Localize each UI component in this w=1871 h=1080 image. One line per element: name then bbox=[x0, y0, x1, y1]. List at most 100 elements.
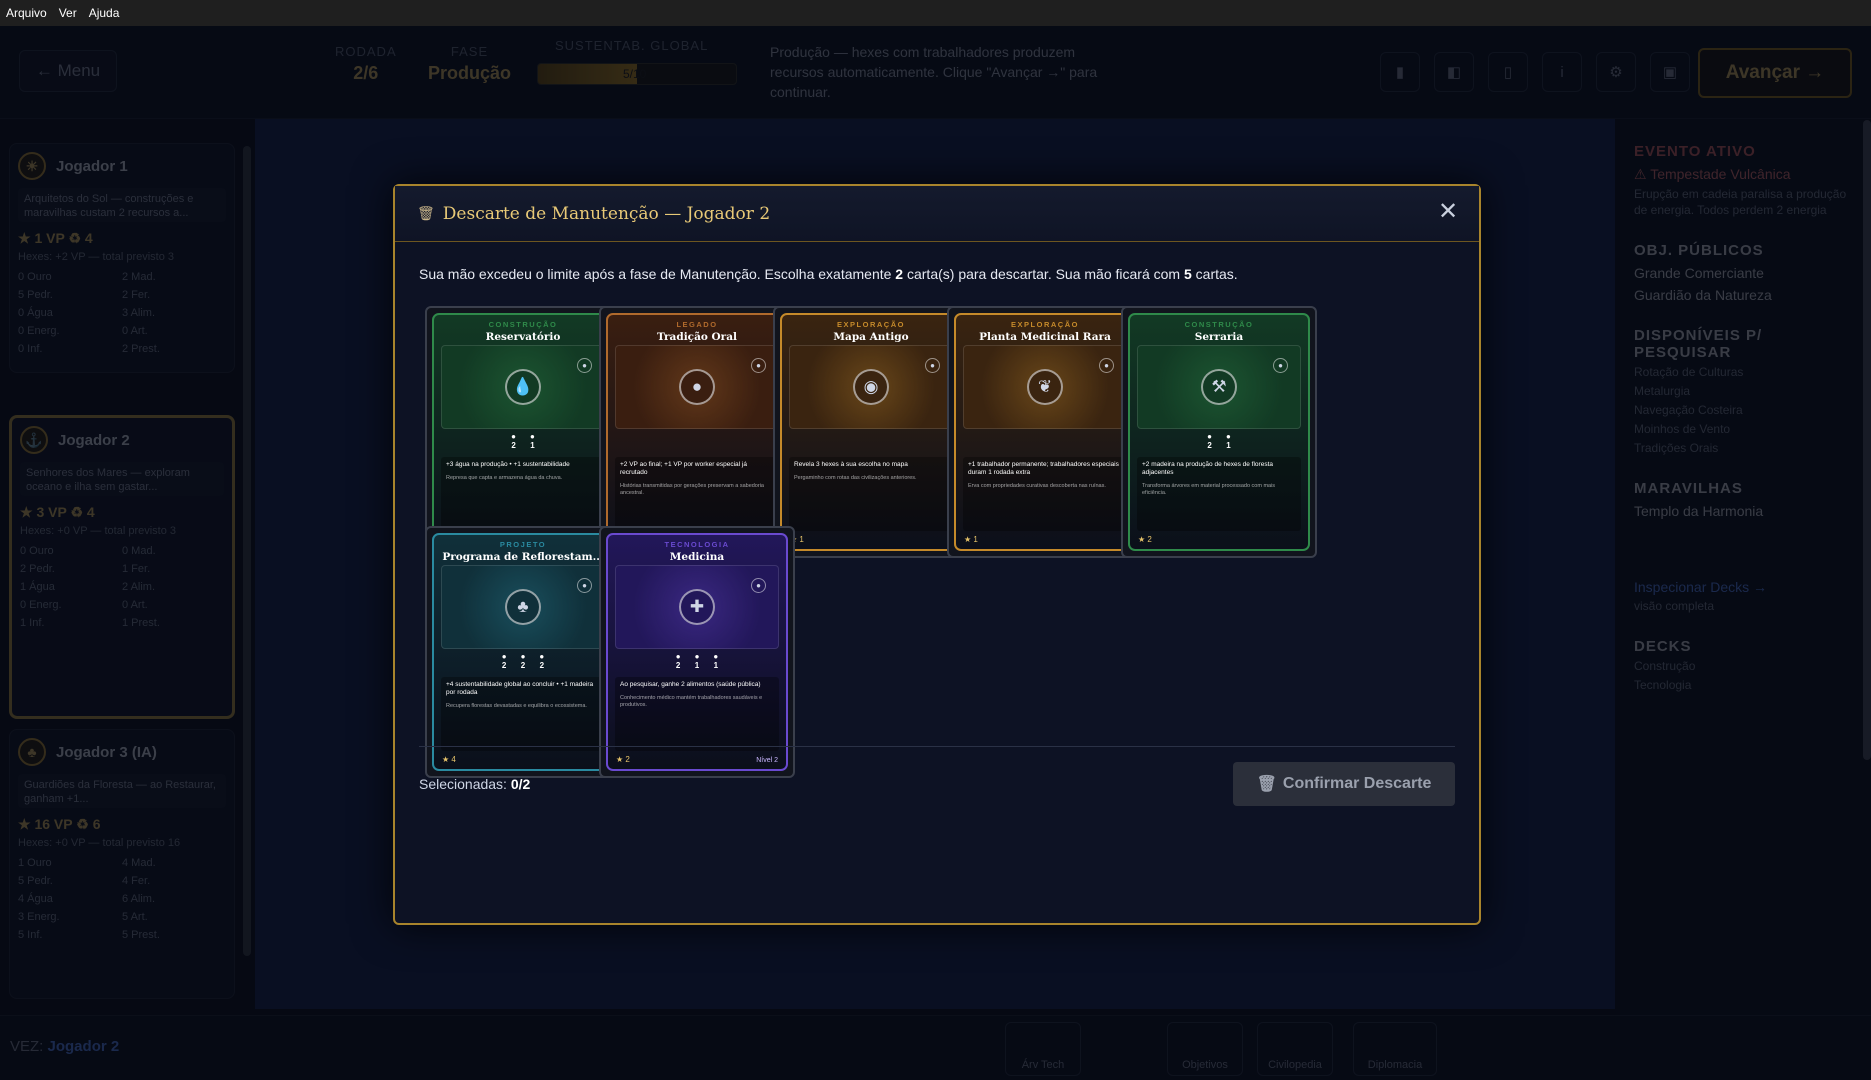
card-vp: ★ 4 bbox=[442, 755, 456, 764]
emblem-glyph: ⚒ bbox=[1211, 377, 1227, 396]
menu-bar: Arquivo Ver Ajuda bbox=[0, 0, 1871, 26]
star-icon: ★ bbox=[964, 535, 972, 544]
confirm-discard-button[interactable]: 🗑 Confirmar Descarte bbox=[1233, 762, 1455, 806]
card-costs: ● 2 ● 2 ● 2 bbox=[441, 652, 605, 672]
card-name: Medicina bbox=[669, 551, 725, 563]
modal-header: 🗑 Descarte de Manutenção — Jogador 2 bbox=[395, 186, 1479, 242]
resource-icon: ● bbox=[1207, 432, 1212, 441]
menu-ver[interactable]: Ver bbox=[59, 6, 77, 20]
card-slot[interactable]: TECNOLOGIA Medicina ✚ ● ● 2 ● 1 ● 1 Ao pesquisar, … bbox=[599, 526, 795, 778]
card-effect: +4 sustentabilidade global ao concluir •… bbox=[441, 677, 605, 751]
effect-text: Ao pesquisar, ganhe 2 alimentos (saúde p… bbox=[620, 681, 761, 688]
modal-divider bbox=[419, 746, 1455, 747]
card-art: 💧 ● bbox=[441, 345, 605, 429]
card-costs: ● 2 ● 1 ● 1 bbox=[615, 652, 779, 672]
card-category: CONSTRUÇÃO bbox=[1184, 320, 1254, 329]
close-icon[interactable]: ✕ bbox=[1435, 200, 1461, 226]
card-category: EXPLORAÇÃO bbox=[837, 320, 905, 329]
cost-item: ● 2 bbox=[676, 652, 681, 672]
flavor-text: Erva com propriedades curativas descober… bbox=[968, 483, 1106, 489]
effect-text: +4 sustentabilidade global ao concluir •… bbox=[446, 681, 594, 696]
cost-value: 2 bbox=[501, 661, 507, 670]
card-slot[interactable]: CONSTRUÇÃO Reservatório 💧 ● ● 2 ● 1 +3 água na p… bbox=[425, 306, 621, 558]
card-category: PROJETO bbox=[499, 540, 547, 549]
card-vp: ★ 2 bbox=[616, 755, 630, 764]
emblem-glyph: ❦ bbox=[1037, 377, 1053, 396]
card-effect: Ao pesquisar, ganhe 2 alimentos (saúde p… bbox=[615, 677, 779, 751]
menu-ajuda[interactable]: Ajuda bbox=[89, 6, 120, 20]
card-name: Reservatório bbox=[485, 331, 561, 343]
card-costs bbox=[789, 432, 953, 452]
card-art: ♣ ● bbox=[441, 565, 605, 649]
card-art: ⚒ ● bbox=[1137, 345, 1301, 429]
instr-count: 5 bbox=[1183, 266, 1192, 282]
cost-item: ● 2 bbox=[511, 432, 516, 452]
hand-card[interactable]: EXPLORAÇÃO Planta Medicinal Rara ❦ ● +1 trab… bbox=[954, 313, 1136, 551]
instr-text: carta(s) para descartar. Sua mão ficará … bbox=[903, 266, 1184, 282]
card-effect: +3 água na produção • +1 sustentabilidad… bbox=[441, 457, 605, 531]
card-art: ❦ ● bbox=[963, 345, 1127, 429]
badge-icon: ● bbox=[751, 578, 766, 593]
resource-icon: ● bbox=[1226, 432, 1231, 441]
card-emblem-icon: ⚒ bbox=[1201, 369, 1237, 405]
menu-arquivo[interactable]: Arquivo bbox=[6, 6, 47, 20]
hand-card[interactable]: CONSTRUÇÃO Serraria ⚒ ● ● 2 ● 1 +2 madeira na pr… bbox=[1128, 313, 1310, 551]
vp-value: 2 bbox=[625, 755, 630, 764]
card-costs: ● 2 ● 1 bbox=[1137, 432, 1301, 452]
badge-icon: ● bbox=[577, 578, 592, 593]
hand-card[interactable]: TECNOLOGIA Medicina ✚ ● ● 2 ● 1 ● 1 Ao pesquisar, … bbox=[606, 533, 788, 771]
cost-item: ● 2 bbox=[502, 652, 507, 672]
card-slot[interactable]: EXPLORAÇÃO Mapa Antigo ◉ ● Revela 3 hexes à … bbox=[773, 306, 969, 558]
effect-text: +1 trabalhador permanente; trabalhadores… bbox=[968, 461, 1119, 476]
card-art: ◉ ● bbox=[789, 345, 953, 429]
hand-card[interactable]: LEGADO Tradição Oral ● ● +2 VP ao final; +1 … bbox=[606, 313, 788, 551]
resource-icon: ● bbox=[713, 652, 719, 661]
cost-value: 1 bbox=[530, 441, 535, 450]
card-name: Serraria bbox=[1194, 331, 1244, 343]
cost-item: ● 2 bbox=[539, 652, 544, 672]
confirm-label: Confirmar Descarte bbox=[1282, 775, 1432, 792]
hand-card[interactable]: PROJETO Programa de Reflorestam... ♣ ● ● 2 ● 2 ●… bbox=[432, 533, 614, 771]
cost-item: ● 1 bbox=[530, 432, 535, 452]
card-grid: CONSTRUÇÃO Reservatório 💧 ● ● 2 ● 1 +3 água na p… bbox=[425, 306, 1455, 778]
cost-item: ● 1 bbox=[695, 652, 700, 672]
badge-icon: ● bbox=[751, 358, 766, 373]
effect-text: Revela 3 hexes à sua escolha no mapa bbox=[794, 461, 908, 468]
card-emblem-icon: ♣ bbox=[505, 589, 541, 625]
card-vp: ★ 2 bbox=[1138, 535, 1152, 544]
flavor-text: Pergaminho com rotas das civilizações an… bbox=[794, 475, 917, 481]
star-icon: ★ bbox=[616, 755, 624, 764]
instr-text: cartas. bbox=[1191, 266, 1238, 282]
hand-card[interactable]: EXPLORAÇÃO Mapa Antigo ◉ ● Revela 3 hexes à … bbox=[780, 313, 962, 551]
card-effect: +2 madeira na produção de hexes de flore… bbox=[1137, 457, 1301, 531]
badge-icon: ● bbox=[1273, 358, 1288, 373]
card-slot[interactable]: LEGADO Tradição Oral ● ● +2 VP ao final; +1 … bbox=[599, 306, 795, 558]
flavor-text: Transforma árvores em material processad… bbox=[1142, 483, 1276, 496]
card-costs bbox=[963, 432, 1127, 452]
selected-value: 0/2 bbox=[510, 776, 531, 792]
flavor-text: Recupera florestas devastadas e equilibr… bbox=[446, 703, 587, 709]
card-slot[interactable]: EXPLORAÇÃO Planta Medicinal Rara ❦ ● +1 trab… bbox=[947, 306, 1143, 558]
flavor-text: Histórias transmitidas por gerações pres… bbox=[620, 483, 764, 496]
cost-item: ● 2 bbox=[1207, 432, 1212, 452]
trash-icon: 🗑 bbox=[417, 205, 435, 221]
star-icon: ★ bbox=[1138, 535, 1146, 544]
vp-value: 2 bbox=[1147, 535, 1152, 544]
cost-value: 2 bbox=[675, 661, 681, 670]
card-effect: +1 trabalhador permanente; trabalhadores… bbox=[963, 457, 1127, 531]
card-category: LEGADO bbox=[676, 320, 718, 329]
emblem-glyph: ✚ bbox=[689, 597, 705, 616]
card-category: CONSTRUÇÃO bbox=[488, 320, 558, 329]
card-emblem-icon: ✚ bbox=[679, 589, 715, 625]
hand-card[interactable]: CONSTRUÇÃO Reservatório 💧 ● ● 2 ● 1 +3 água na p… bbox=[432, 313, 614, 551]
card-slot[interactable]: CONSTRUÇÃO Serraria ⚒ ● ● 2 ● 1 +2 madeira na pr… bbox=[1121, 306, 1317, 558]
discard-modal: 🗑 Descarte de Manutenção — Jogador 2 ✕ S… bbox=[393, 184, 1481, 925]
resource-icon: ● bbox=[520, 652, 526, 661]
card-vp: ★ 1 bbox=[964, 535, 978, 544]
effect-text: +3 água na produção • +1 sustentabilidad… bbox=[446, 461, 570, 468]
card-name: Planta Medicinal Rara bbox=[979, 331, 1111, 343]
instr-count: 2 bbox=[895, 266, 904, 282]
star-icon: ★ bbox=[442, 755, 450, 764]
card-slot[interactable]: PROJETO Programa de Reflorestam... ♣ ● ● 2 ● 2 ●… bbox=[425, 526, 621, 778]
card-emblem-icon: ● bbox=[679, 369, 715, 405]
